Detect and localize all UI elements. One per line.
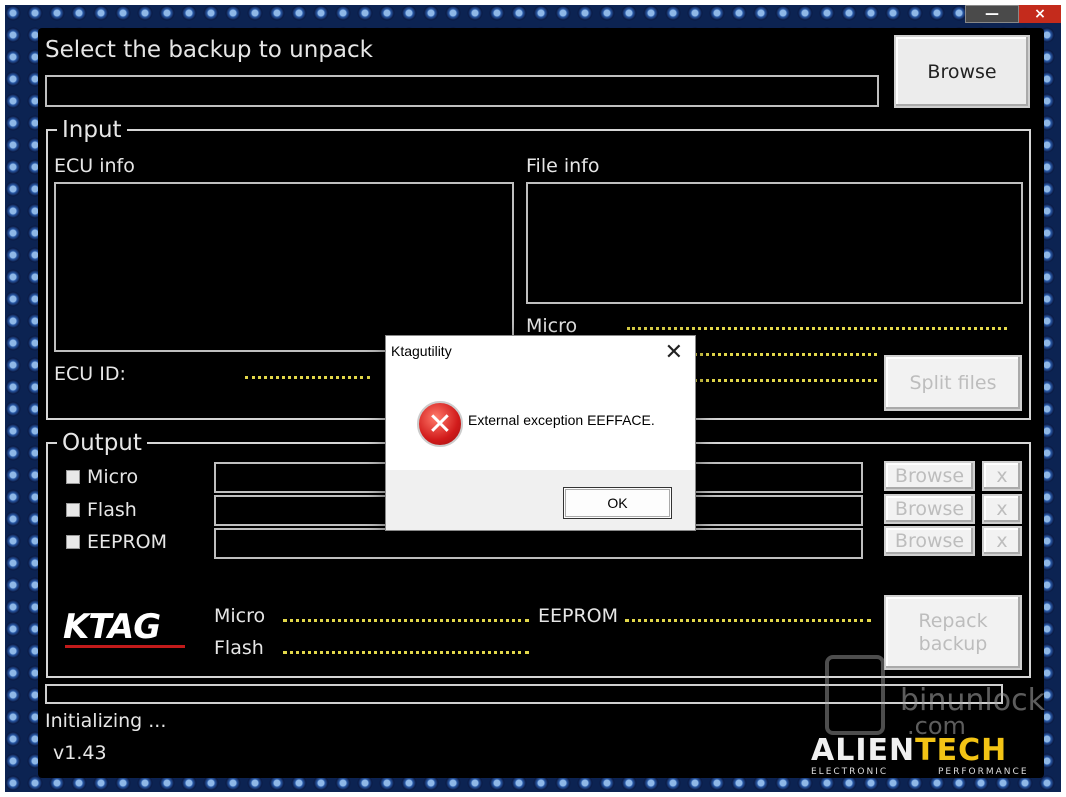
flash-checkbox-label: Flash bbox=[87, 499, 137, 521]
dialog-title-bar: Ktagutility ✕ bbox=[386, 336, 695, 368]
eeprom-browse-button[interactable]: Browse bbox=[884, 526, 975, 556]
alientech-logo: ALIENTECH bbox=[811, 733, 1007, 768]
ktag-logo: KTAG bbox=[63, 607, 161, 647]
error-icon: ✕ bbox=[417, 401, 463, 447]
repack-line1: Repack bbox=[918, 609, 988, 632]
micro-clear-button[interactable]: x bbox=[982, 461, 1022, 491]
ecu-info-box bbox=[54, 182, 514, 352]
input-group-title: Input bbox=[57, 117, 127, 143]
micro-info-label: Micro bbox=[526, 315, 578, 337]
file-info-label: File info bbox=[526, 155, 600, 177]
ecu-id-label: ECU ID: bbox=[54, 363, 126, 385]
eeprom-clear-button[interactable]: x bbox=[982, 526, 1022, 556]
flash-clear-button[interactable]: x bbox=[982, 494, 1022, 524]
alientech-logo-part2: TECH bbox=[915, 733, 1008, 768]
flash-checkbox[interactable] bbox=[66, 503, 80, 517]
alientech-sub-right: PERFORMANCE bbox=[938, 767, 1029, 777]
repack-line2: backup bbox=[918, 632, 988, 655]
summary-flash-label: Flash bbox=[214, 637, 264, 659]
summary-eeprom-value bbox=[625, 619, 871, 622]
browse-backup-button[interactable]: Browse bbox=[894, 35, 1030, 108]
lock-watermark-icon bbox=[825, 655, 885, 735]
ktag-logo-text: KTAG bbox=[63, 607, 161, 647]
dialog-message: External exception EEFFACE. bbox=[468, 412, 655, 428]
window-controls: — × bbox=[965, 5, 1061, 23]
micro-info-value bbox=[627, 327, 1007, 330]
micro-checkbox-label: Micro bbox=[87, 466, 139, 488]
output-group-title: Output bbox=[57, 430, 147, 456]
dialog-ok-button[interactable]: OK bbox=[563, 487, 672, 519]
summary-flash-value bbox=[283, 651, 529, 654]
eeprom-checkbox-label: EEPROM bbox=[87, 531, 168, 553]
micro-checkbox[interactable] bbox=[66, 470, 80, 484]
split-files-button[interactable]: Split files bbox=[884, 355, 1022, 411]
eeprom-output-path[interactable] bbox=[214, 528, 863, 559]
alientech-sub-left: ELECTRONIC bbox=[811, 767, 889, 777]
eeprom-checkbox[interactable] bbox=[66, 535, 80, 549]
alientech-logo-part1: ALIEN bbox=[811, 733, 916, 768]
summary-eeprom-label: EEPROM bbox=[538, 605, 619, 627]
status-text: Initializing ... bbox=[45, 710, 167, 732]
summary-micro-value bbox=[283, 619, 529, 622]
dialog-title: Ktagutility bbox=[391, 343, 452, 359]
micro-browse-button[interactable]: Browse bbox=[884, 461, 975, 491]
flash-browse-button[interactable]: Browse bbox=[884, 494, 975, 524]
page-title: Select the backup to unpack bbox=[45, 37, 373, 63]
dialog-close-button[interactable]: ✕ bbox=[665, 339, 683, 365]
ecu-info-label: ECU info bbox=[54, 155, 135, 177]
repack-backup-button[interactable]: Repack backup bbox=[884, 595, 1022, 670]
ktag-logo-underline bbox=[65, 645, 185, 648]
version-label: v1.43 bbox=[53, 742, 107, 764]
backup-path-input[interactable] bbox=[45, 75, 879, 107]
close-button[interactable]: × bbox=[1019, 5, 1061, 23]
file-info-box bbox=[526, 182, 1023, 304]
minimize-button[interactable]: — bbox=[965, 5, 1019, 23]
error-dialog: Ktagutility ✕ ✕ External exception EEFFA… bbox=[385, 335, 696, 531]
summary-micro-label: Micro bbox=[214, 605, 266, 627]
ecu-id-value bbox=[245, 376, 370, 379]
